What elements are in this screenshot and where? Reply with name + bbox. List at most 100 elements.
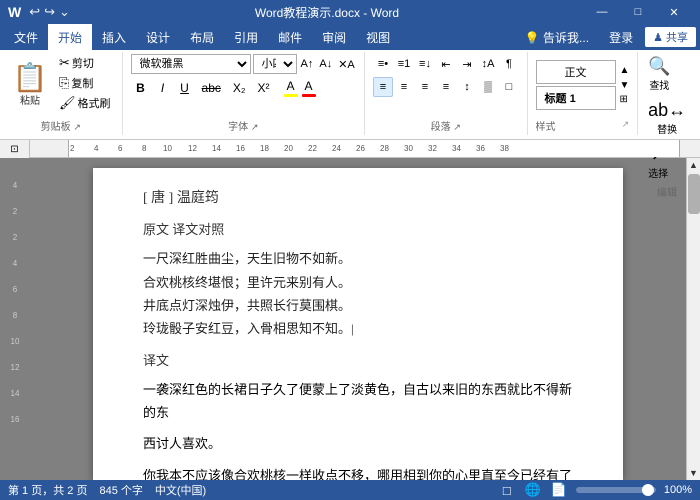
border-button[interactable]: □ <box>499 77 519 97</box>
menu-references[interactable]: 引用 <box>224 24 268 50</box>
ribbon-content: 📋 粘贴 ✂ 剪切 ⎘ 复制 🖌 格式刷 <box>0 50 700 140</box>
multilevel-list-button[interactable]: ≡↓ <box>415 54 435 74</box>
menu-review[interactable]: 审阅 <box>312 24 356 50</box>
format-painter-button[interactable]: 🖌 格式刷 <box>56 94 114 112</box>
font-name-select[interactable]: 微软雅黑 <box>131 54 251 74</box>
ruler-toggle[interactable]: ⊡ <box>6 140 24 158</box>
font-content: 微软雅黑 小四 A↑ A↓ ✕A B I U abc X₂ X² <box>131 54 356 116</box>
title-bar: W ↩ ↪ ⌄ Word教程演示.docx - Word — □ ✕ <box>0 0 700 24</box>
superscript-button[interactable]: X² <box>253 78 275 98</box>
svg-text:4: 4 <box>94 144 99 153</box>
increase-indent-button[interactable]: ⇥ <box>457 54 477 74</box>
paste-icon: 📋 <box>13 64 48 92</box>
undo-button[interactable]: ↩ <box>29 4 40 20</box>
align-left-button[interactable]: ≡ <box>373 77 393 97</box>
close-button[interactable]: ✕ <box>656 0 692 24</box>
read-view-button[interactable]: 📄 <box>550 481 568 499</box>
cut-icon: ✂ <box>59 55 70 71</box>
paste-button[interactable]: 📋 粘贴 <box>8 54 52 116</box>
underline-button[interactable]: U <box>175 78 195 98</box>
window-title: Word教程演示.docx - Word <box>70 4 584 21</box>
svg-text:4: 4 <box>13 259 18 268</box>
tell-me-button[interactable]: 💡 告诉我... <box>517 29 597 46</box>
menu-insert[interactable]: 插入 <box>92 24 136 50</box>
font-group: 微软雅黑 小四 A↑ A↓ ✕A B I U abc X₂ X² <box>127 52 365 135</box>
menu-design[interactable]: 设计 <box>136 24 180 50</box>
line-spacing-button[interactable]: ↕ <box>457 77 477 97</box>
clear-format-button[interactable]: ✕A <box>336 58 357 71</box>
format-painter-icon: 🖌 <box>59 95 76 111</box>
cut-button[interactable]: ✂ 剪切 <box>56 54 114 72</box>
font-color-button[interactable]: A <box>302 79 316 97</box>
styles-button[interactable]: 标题 1 <box>536 86 616 110</box>
font-size-down-button[interactable]: A↓ <box>317 58 334 70</box>
align-right-button[interactable]: ≡ <box>415 77 435 97</box>
styles-label-row: 样式 ↗ <box>536 116 630 133</box>
doc-line-4: 玲珑骰子安红豆，入骨相思知不知。| <box>143 317 573 340</box>
redo-button[interactable]: ↪ <box>44 4 55 20</box>
print-view-button[interactable]: □ <box>498 481 516 499</box>
minimize-button[interactable]: — <box>584 0 620 24</box>
highlight-button[interactable]: A <box>284 79 298 97</box>
show-marks-button[interactable]: ¶ <box>499 54 519 74</box>
styles-normal[interactable]: 正文 <box>536 60 616 84</box>
numbered-list-button[interactable]: ≡1 <box>394 54 414 74</box>
find-button[interactable]: 🔍 查找 <box>646 54 672 94</box>
strikethrough-button[interactable]: abc <box>197 78 226 98</box>
styles-expand-arrow[interactable]: ↗ <box>622 119 630 130</box>
justify-button[interactable]: ≡ <box>436 77 456 97</box>
font-label: 字体 ↗ <box>131 118 356 133</box>
word-count: 845 个字 <box>99 482 142 498</box>
font-size-up-button[interactable]: A↑ <box>299 58 316 70</box>
svg-text:8: 8 <box>13 311 18 320</box>
paragraph-content: ≡• ≡1 ≡↓ ⇤ ⇥ ↕A ¶ ≡ ≡ ≡ ≡ ↕ ▒ □ <box>373 54 519 116</box>
quick-access-dropdown[interactable]: ⌄ <box>59 4 70 20</box>
ruler-corner: ⊡ <box>0 140 30 158</box>
ruler-row: ⊡ 2 4 6 8 10 12 14 16 18 20 22 24 26 28 … <box>0 140 700 158</box>
scroll-down-button[interactable]: ▼ <box>687 466 700 480</box>
font-size-select[interactable]: 小四 <box>253 54 297 74</box>
svg-text:4: 4 <box>13 181 18 190</box>
zoom-level: 100% <box>664 484 692 496</box>
find-label: 查找 <box>649 77 669 92</box>
bold-button[interactable]: B <box>131 78 151 98</box>
font-color-icon: A <box>305 79 313 93</box>
paragraph-group: ≡• ≡1 ≡↓ ⇤ ⇥ ↕A ¶ ≡ ≡ ≡ ≡ ↕ ▒ □ <box>369 52 528 135</box>
share-button[interactable]: ♟ 共享 <box>645 27 696 47</box>
document-page[interactable]: [ 唐 ] 温庭筠 原文 译文对照 一尺深红胜曲尘，天生旧物不如新。 合欢桃核终… <box>93 168 623 480</box>
svg-text:14: 14 <box>11 389 20 398</box>
menu-file[interactable]: 文件 <box>4 24 48 50</box>
svg-text:26: 26 <box>356 144 365 153</box>
align-center-button[interactable]: ≡ <box>394 77 414 97</box>
clipboard-group: 📋 粘贴 ✂ 剪切 ⎘ 复制 🖌 格式刷 <box>4 52 123 135</box>
decrease-indent-button[interactable]: ⇤ <box>436 54 456 74</box>
zoom-thumb[interactable] <box>642 484 654 496</box>
zoom-slider[interactable] <box>576 487 656 493</box>
copy-button[interactable]: ⎘ 复制 <box>56 74 114 92</box>
maximize-button[interactable]: □ <box>620 0 656 24</box>
styles-down-button[interactable]: ▼ <box>620 80 630 91</box>
web-view-button[interactable]: 🌐 <box>524 481 542 499</box>
replace-button[interactable]: ab↔ 替换 <box>646 98 688 138</box>
scroll-thumb[interactable] <box>688 174 700 214</box>
copy-icon: ⎘ <box>59 75 69 91</box>
doc-header: [ 唐 ] 温庭筠 <box>143 188 573 210</box>
scroll-up-button[interactable]: ▲ <box>687 158 700 172</box>
italic-button[interactable]: I <box>153 78 173 98</box>
shading-button[interactable]: ▒ <box>478 77 498 97</box>
styles-up-button[interactable]: ▲ <box>620 65 630 76</box>
menu-view[interactable]: 视图 <box>356 24 400 50</box>
login-button[interactable]: 登录 <box>601 29 641 46</box>
menu-layout[interactable]: 布局 <box>180 24 224 50</box>
document-area: 4 2 2 4 6 8 10 12 14 16 [ 唐 ] 温庭筠 原文 译文对… <box>0 158 700 480</box>
menu-home[interactable]: 开始 <box>48 24 92 50</box>
subscript-button[interactable]: X₂ <box>228 78 251 98</box>
vertical-scrollbar[interactable]: ▲ ▼ <box>686 158 700 480</box>
sort-button[interactable]: ↕A <box>478 54 498 74</box>
replace-icon: ab↔ <box>648 100 686 121</box>
menu-right-area: 💡 告诉我... 登录 ♟ 共享 <box>517 24 696 50</box>
styles-expand-button[interactable]: ⊞ <box>620 94 630 105</box>
menu-mailings[interactable]: 邮件 <box>268 24 312 50</box>
bullet-list-button[interactable]: ≡• <box>373 54 393 74</box>
svg-text:2: 2 <box>13 233 18 242</box>
